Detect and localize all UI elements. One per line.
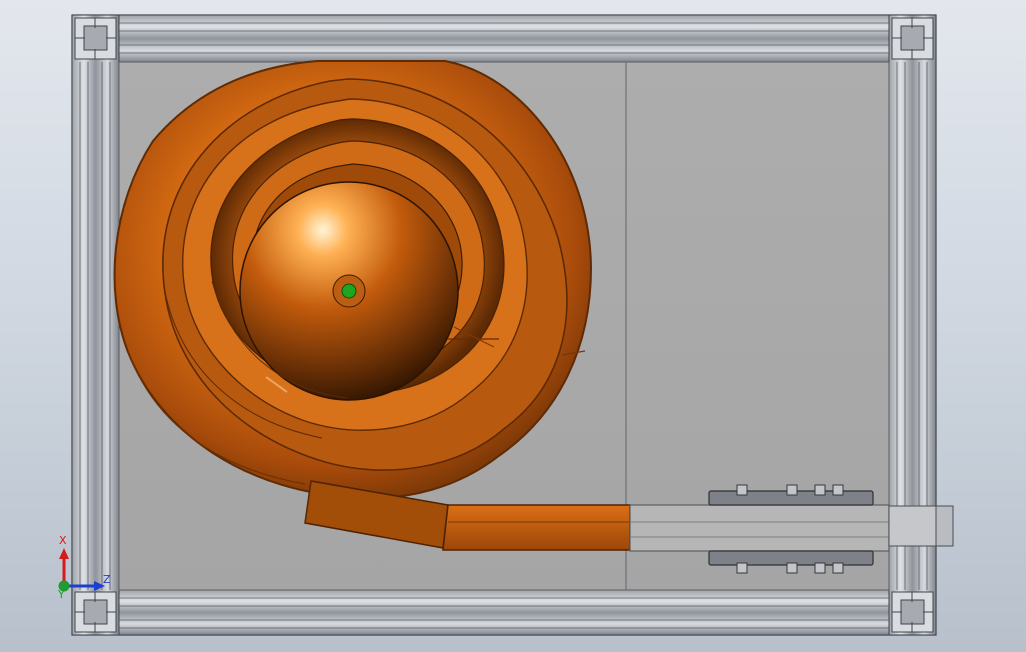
corner-bracket-bottom-right	[891, 591, 934, 633]
triad-z-label: Z	[103, 573, 111, 586]
cad-scene[interactable]: X Z Y	[0, 0, 1026, 652]
corner-bracket-top-left	[74, 17, 117, 60]
triad-x-label: X	[59, 534, 67, 547]
corner-bracket-bottom-left	[74, 591, 117, 633]
corner-bracket-top-right	[891, 17, 934, 60]
triad-y-label: Y	[57, 588, 65, 601]
cad-viewport[interactable]: X Z Y	[0, 0, 1026, 652]
vibratory-bowl[interactable]	[113, 60, 593, 500]
center-marker	[341, 283, 357, 299]
